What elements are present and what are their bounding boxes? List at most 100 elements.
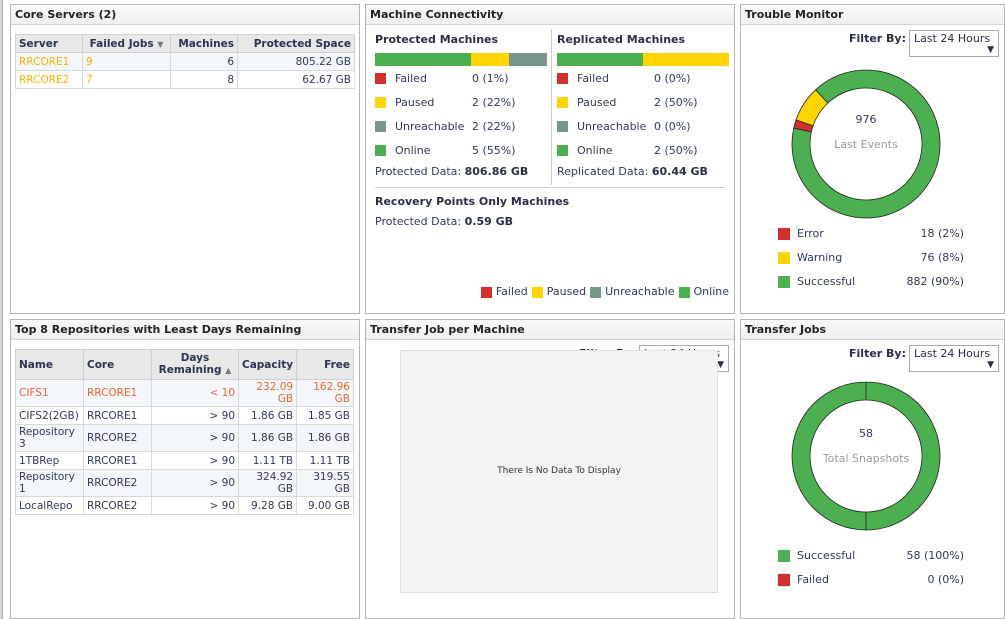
donut-total: 976 <box>855 113 877 126</box>
rp-only-data: Protected Data: 0.59 GB <box>375 215 513 228</box>
table-row: 1TBRep RRCORE1 > 90 1.11 TB 1.11 TB <box>15 451 354 470</box>
status-label: Paused <box>395 96 435 109</box>
failed-swatch-icon <box>778 574 790 586</box>
status-label: Paused <box>577 96 617 109</box>
online-legend-swatch-icon <box>678 286 690 298</box>
failed-swatch-icon <box>375 73 386 84</box>
col-free[interactable]: Free <box>296 349 354 380</box>
legend-label: Failed <box>495 285 528 298</box>
status-value: 0 (0%) <box>654 72 691 85</box>
filter: Filter By:Last 24 Hours▼ <box>849 30 999 57</box>
status-label: Unreachable <box>577 120 647 133</box>
capacity-cell: 1.11 TB <box>237 451 298 470</box>
status-label: Failed <box>577 72 609 85</box>
table-row: CIFS2(2GB) RRCORE1 > 90 1.86 GB 1.85 GB <box>15 406 354 425</box>
free-cell: 1.11 TB <box>296 451 354 470</box>
days-remaining-cell: > 90 <box>151 496 239 515</box>
panel-title: Transfer Job per Machine <box>366 320 734 340</box>
replicated-status-bar <box>557 53 729 66</box>
legend-label: Error <box>797 227 824 240</box>
online-swatch-icon <box>375 145 386 156</box>
legend-label: Online <box>693 285 729 298</box>
legend-value: 58 (100%) <box>906 549 964 562</box>
repositories-panel: Top 8 Repositories with Least Days Remai… <box>10 319 360 619</box>
col-core[interactable]: Core <box>83 349 152 380</box>
panel-title: Machine Connectivity <box>366 5 734 25</box>
transfer-job-per-machine-panel: Transfer Job per Machine Filter By:Last … <box>365 319 735 619</box>
table-row: LocalRepo RRCORE2 > 90 9.28 GB 9.00 GB <box>15 496 354 515</box>
col-failed-jobs[interactable]: Failed Jobs ▼ <box>82 34 171 53</box>
donut-label: Total Snapshots <box>822 452 910 465</box>
col-machines[interactable]: Machines <box>170 34 238 53</box>
capacity-cell: 232.09 GB <box>237 379 298 407</box>
unreachable-swatch-icon <box>557 121 568 132</box>
status-label: Online <box>395 144 431 157</box>
online-swatch-icon <box>557 145 568 156</box>
server-link[interactable]: RRCORE1 <box>15 52 83 71</box>
legend-value: 18 (2%) <box>920 227 964 240</box>
status-value: 2 (50%) <box>654 96 698 109</box>
legend-label: Warning <box>797 251 843 264</box>
protected-space-cell: 62.67 GB <box>237 70 355 89</box>
free-cell: 162.96 GB <box>296 379 354 407</box>
col-name[interactable]: Name <box>15 349 84 380</box>
replicated-data: Replicated Data: 60.44 GB <box>557 165 708 178</box>
unreachable-swatch-icon <box>375 121 386 132</box>
legend-value: 882 (90%) <box>906 275 964 288</box>
col-protected-space[interactable]: Protected Space <box>237 34 355 53</box>
successful-swatch-icon <box>778 550 790 562</box>
transfer-jobs-panel: Transfer Jobs Filter By: Last 24 Hours ▼ 5… <box>740 319 1005 619</box>
table-row: Repository 1 RRCORE2 > 90 324.92 GB 319.55 G… <box>15 469 354 497</box>
paused-segment <box>470 53 509 66</box>
dropdown-arrow-icon: ▼ <box>987 45 994 55</box>
days-remaining-cell: > 90 <box>151 424 239 452</box>
core-name-cell: RRCORE1 <box>83 406 152 425</box>
legend-label: Failed <box>797 573 829 586</box>
paused-swatch-icon <box>375 97 386 108</box>
sort-asc-icon: ▲ <box>225 366 232 375</box>
panel-title: Transfer Jobs <box>741 320 1004 340</box>
status-value: 2 (50%) <box>654 144 698 157</box>
col-capacity[interactable]: Capacity <box>237 349 298 380</box>
days-remaining-cell: > 90 <box>151 451 239 470</box>
legend-value: 76 (8%) <box>920 251 964 264</box>
repo-name-cell: CIFS2(2GB) <box>15 406 84 425</box>
trouble-monitor-panel: Trouble Monitor Filter By: Last 24 Hours ▼… <box>740 4 1005 314</box>
failed-legend-swatch-icon <box>480 286 492 298</box>
divider <box>375 187 725 188</box>
capacity-cell: 9.28 GB <box>237 496 298 515</box>
paused-segment <box>643 53 729 66</box>
protected-data: Protected Data: 806.86 GB <box>375 165 529 178</box>
repo-name-cell: Repository 1 <box>15 469 84 497</box>
status-value: 2 (22%) <box>472 96 516 109</box>
machines-cell: 8 <box>170 70 238 89</box>
table-row: Repository 3 RRCORE2 > 90 1.86 GB 1.86 GB <box>15 424 354 452</box>
dropdown-arrow-icon: ▼ <box>987 360 994 370</box>
capacity-cell: 324.92 GB <box>237 469 298 497</box>
donut-label: Last Events <box>834 138 898 151</box>
filter: Filter By:Last 24 Hours▼ <box>849 345 999 372</box>
panel-title: Top 8 Repositories with Least Days Remai… <box>11 320 359 340</box>
connectivity-legend: Failed Paused Unreachable Online <box>477 285 729 298</box>
repositories-table: Name Core Days Remaining ▲ Capacity Free… <box>15 349 354 515</box>
filter-select[interactable]: Last 24 Hours▼ <box>909 345 999 372</box>
capacity-cell: 1.86 GB <box>237 406 298 425</box>
status-value: 0 (1%) <box>472 72 509 85</box>
donut-total: 58 <box>859 427 873 440</box>
filter-select[interactable]: Last 24 Hours▼ <box>909 30 999 57</box>
warning-swatch-icon <box>778 252 790 264</box>
protected-space-cell: 805.22 GB <box>237 52 355 71</box>
failed-jobs-link[interactable]: 7 <box>82 70 171 89</box>
status-value: 2 (22%) <box>472 120 516 133</box>
col-server[interactable]: Server <box>15 34 83 53</box>
server-link[interactable]: RRCORE2 <box>15 70 83 89</box>
successful-swatch-icon <box>778 276 790 288</box>
col-days-remaining[interactable]: Days Remaining ▲ <box>151 349 239 380</box>
days-remaining-cell: > 90 <box>151 406 239 425</box>
failed-jobs-link[interactable]: 9 <box>82 52 171 71</box>
paused-swatch-icon <box>557 97 568 108</box>
unreachable-segment <box>508 53 547 66</box>
machines-cell: 6 <box>170 52 238 71</box>
panel-title: Core Servers (2) <box>11 5 359 25</box>
protected-status-bar <box>375 53 547 66</box>
